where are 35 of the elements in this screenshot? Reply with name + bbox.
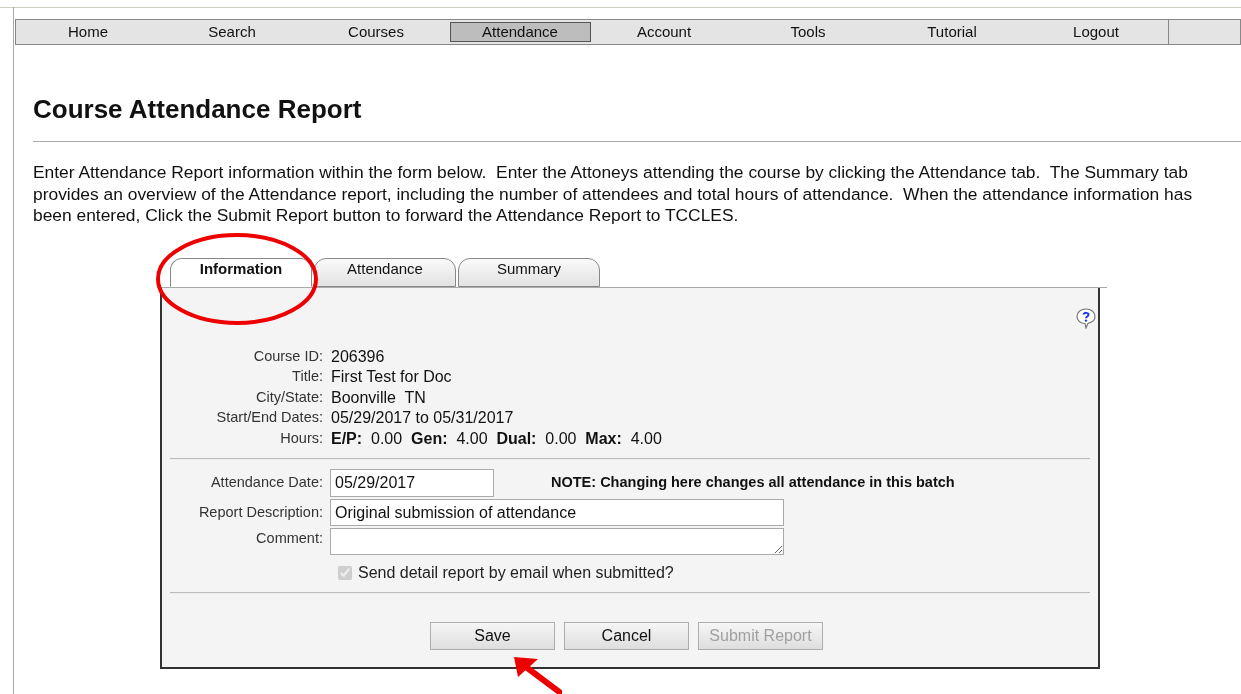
help-icon[interactable] bbox=[1076, 307, 1096, 329]
field-value: E/P: 0.00 Gen: 4.00 Dual: 0.00 Max: 4.00 bbox=[331, 428, 662, 449]
tab[interactable]: Attendance bbox=[314, 257, 456, 287]
form-button[interactable]: Cancel bbox=[564, 622, 689, 650]
field-label: Hours: bbox=[279, 428, 323, 448]
nav-link[interactable]: Search bbox=[200, 22, 264, 42]
comment-field[interactable] bbox=[330, 528, 784, 555]
field-label: Comment: bbox=[255, 529, 323, 548]
field-label: City/State: bbox=[255, 387, 323, 407]
tab[interactable]: Summary bbox=[458, 257, 600, 287]
field-label: Course ID: bbox=[252, 346, 323, 366]
nav-link[interactable]: Logout bbox=[1065, 22, 1127, 42]
intro-paragraph: Enter Attendance Report information within the form below. Enter the Attoneys attending the course by clicking the Attendance tab. The Summary tab provides an overview of the Attendance report, including the number of attendees and total hours of attendance. When the attendance information has been entered, Click the Submit Report button to forward the Attendance Report to TCCLES. bbox=[33, 162, 1194, 227]
note-text: NOTE: Changing here changes all attendance in this batch bbox=[551, 473, 955, 493]
field-value: Boonville TN bbox=[331, 387, 426, 408]
field-label: Start/End Dates: bbox=[215, 408, 323, 428]
field-label: Report Description: bbox=[197, 502, 323, 522]
page-title: Course Attendance Report bbox=[33, 94, 363, 124]
field-value: First Test for Doc bbox=[331, 367, 452, 388]
attendance-date-field[interactable]: 05/29/2017 bbox=[330, 469, 494, 497]
report-description-field[interactable]: Original submission of attendance bbox=[330, 499, 784, 526]
nav-link[interactable]: Tutorial bbox=[919, 22, 985, 42]
field-value: 206396 bbox=[331, 346, 385, 367]
field-label: Title: bbox=[291, 367, 323, 387]
checkbox-label: Send detail report by email when submitted? bbox=[358, 563, 674, 583]
field-label: Attendance Date: bbox=[209, 473, 323, 493]
nav-link[interactable]: Home bbox=[60, 22, 116, 42]
nav-link[interactable]: Tools bbox=[782, 22, 834, 42]
tab[interactable]: Information bbox=[170, 257, 312, 287]
nav-link[interactable]: Attendance bbox=[449, 22, 591, 42]
form-button[interactable]: Save bbox=[430, 622, 555, 650]
nav-link[interactable]: Courses bbox=[340, 22, 412, 42]
nav-link[interactable]: Account bbox=[628, 22, 700, 42]
annotation-arrow bbox=[512, 655, 562, 694]
field-value: 05/29/2017 to 05/31/2017 bbox=[331, 408, 514, 429]
